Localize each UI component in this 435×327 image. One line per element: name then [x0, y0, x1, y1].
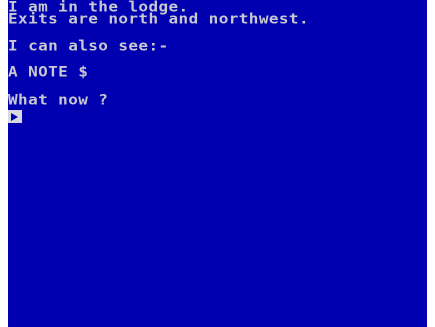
exits-description: Exits are north and northwest. — [8, 10, 309, 28]
game-screen: I am in the lodge. Exits are north and n… — [8, 0, 427, 327]
input-cursor-icon[interactable] — [8, 110, 22, 123]
prompt-text: What now ? — [8, 91, 109, 109]
note-icon: $ — [78, 63, 89, 81]
item-line: A NOTE $ — [8, 65, 88, 79]
item-note: A NOTE — [8, 63, 69, 81]
visible-items-header: I can also see:- — [8, 37, 169, 55]
